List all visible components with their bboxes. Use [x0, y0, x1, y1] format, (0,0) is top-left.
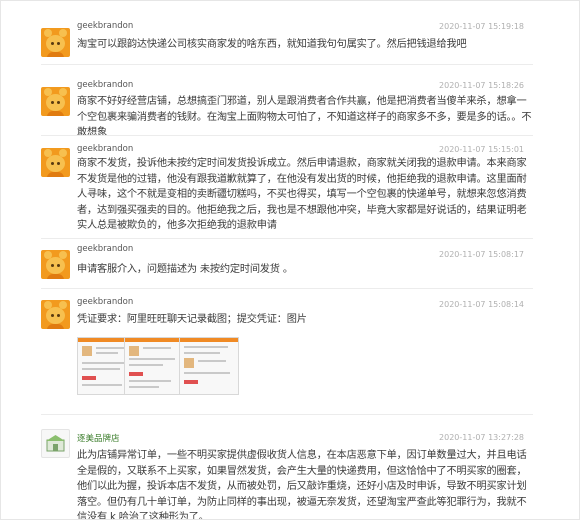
message-text: 商家不好好经营店铺，总想搞歪门邪道，别人是跟消费者合作共赢，他是把消费者当傻羊来…: [77, 96, 532, 138]
divider: [41, 288, 533, 289]
fox-avatar-icon: [41, 250, 70, 279]
message-text: 商家不发货，投诉他未按约定时间发货投诉成立。然后申请退款，商家就关闭我的退款申请…: [77, 158, 527, 231]
message-history-panel: geekbrandon 2020-11-07 15:19:18 淘宝可以跟韵达快…: [0, 0, 580, 520]
message-timestamp: 2020-11-07 15:18:26: [439, 81, 524, 90]
message-timestamp: 2020-11-07 15:08:17: [439, 250, 524, 259]
message-text: 此为店铺异常订单，一些不明买家提供虚假收货人信息，在本店恶意下单，因订单数量过大…: [77, 450, 527, 520]
evidence-thumbnail[interactable]: [124, 337, 184, 395]
message-text: 淘宝可以跟韵达快递公司核实商家发的啥东西，就知道我句句属实了。然后把钱退给我吧: [77, 39, 467, 50]
shop-logo-icon: [41, 429, 70, 458]
divider: [41, 414, 533, 415]
fox-avatar-icon: [41, 87, 70, 116]
evidence-thumbnail[interactable]: [179, 337, 239, 395]
message-text: 凭证要求：阿里旺旺聊天记录截图；提交凭证：图片: [77, 314, 307, 325]
divider: [41, 64, 533, 65]
message-username: geekbrandon: [77, 80, 134, 90]
message-username: geekbrandon: [77, 244, 134, 254]
message-timestamp: 2020-11-07 15:08:14: [439, 300, 524, 309]
message-timestamp: 2020-11-07 15:19:18: [439, 22, 524, 31]
message-text: 申请客服介入，问题描述为 未按约定时间发货 。: [77, 264, 293, 275]
divider: [41, 238, 533, 239]
divider: [41, 135, 533, 136]
fox-avatar-icon: [41, 148, 70, 177]
message-username: 逐美品牌店: [77, 434, 120, 444]
message-timestamp: 2020-11-07 15:15:01: [439, 145, 524, 154]
fox-avatar-icon: [41, 300, 70, 329]
message-username: geekbrandon: [77, 21, 134, 31]
message-username: geekbrandon: [77, 297, 134, 307]
message-timestamp: 2020-11-07 13:27:28: [439, 433, 524, 442]
message-username: geekbrandon: [77, 144, 134, 154]
fox-avatar-icon: [41, 28, 70, 57]
